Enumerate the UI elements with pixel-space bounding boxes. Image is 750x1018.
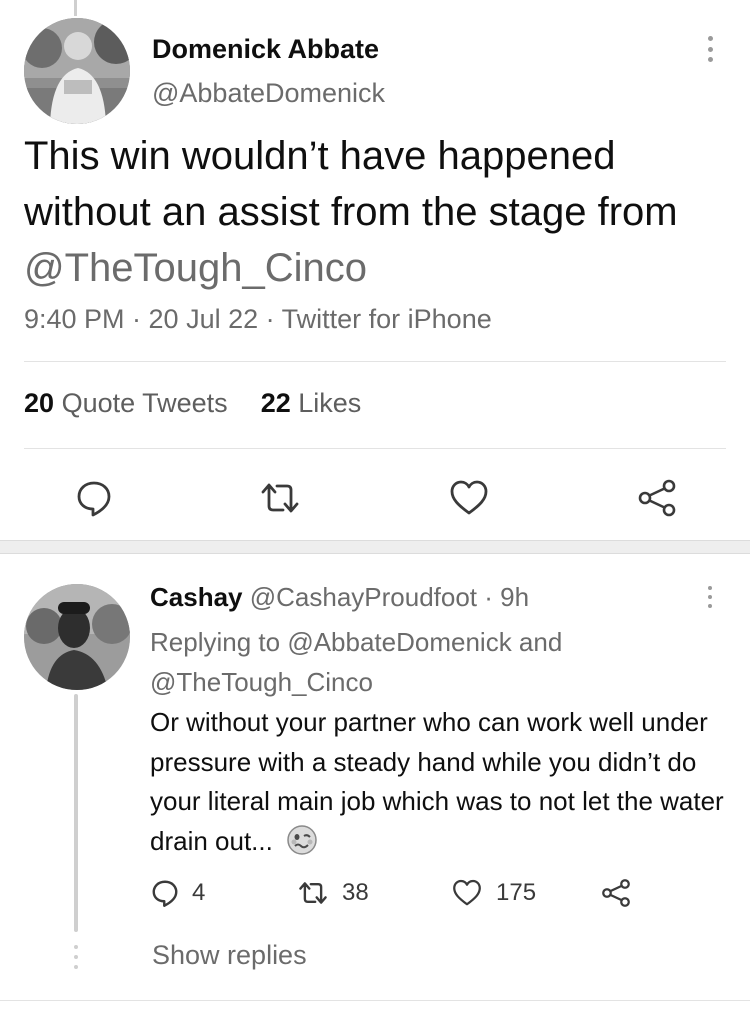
heart-icon xyxy=(450,480,488,515)
quote-tweets-link[interactable]: 20 Quote Tweets xyxy=(24,388,228,418)
section-separator xyxy=(0,540,750,554)
reply-author-avatar[interactable] xyxy=(24,584,130,690)
retweet-button[interactable] xyxy=(256,476,304,520)
retweet-count: 38 xyxy=(342,879,369,906)
reply-text-body: Or without your partner who can work wel… xyxy=(150,707,724,856)
reply-author-handle[interactable]: @CashayProudfoot xyxy=(250,582,477,612)
divider xyxy=(0,1000,750,1001)
replying-and: and xyxy=(511,627,563,657)
more-vertical-icon[interactable] xyxy=(700,36,720,62)
reply-time[interactable]: · 9h xyxy=(477,582,529,612)
likes-link[interactable]: 22 Likes xyxy=(261,388,362,418)
quote-tweets-label: Quote Tweets xyxy=(61,388,228,418)
author-avatar[interactable] xyxy=(24,18,130,124)
show-replies-link[interactable]: Show replies xyxy=(152,940,307,971)
speech-bubble-icon xyxy=(152,880,178,907)
more-vertical-icon[interactable] xyxy=(700,586,720,608)
thread-connector-top xyxy=(74,0,77,16)
tweet-text-line: This win wouldn’t have happened xyxy=(24,134,616,178)
heart-icon xyxy=(453,879,481,906)
replying-prefix: Replying to xyxy=(150,627,288,657)
speech-bubble-icon xyxy=(77,481,111,517)
tweet-timestamp[interactable]: 9:40 PM · 20 Jul 22 · Twitter for iPhone xyxy=(24,304,492,335)
replying-to-link[interactable]: @AbbateDomenick xyxy=(287,627,511,657)
like-count: 175 xyxy=(496,879,537,906)
engagement-stats: 20 Quote Tweets 22 Likes xyxy=(24,388,361,419)
retweet-icon xyxy=(261,483,299,513)
replying-to: Replying to @AbbateDomenick and @TheToug… xyxy=(150,622,650,702)
likes-label: Likes xyxy=(298,388,362,418)
reply-count: 4 xyxy=(192,879,206,906)
reply-share-button[interactable] xyxy=(600,878,632,908)
reply-text: Or without your partner who can work wel… xyxy=(150,703,730,861)
divider xyxy=(24,448,726,449)
reply-like-button[interactable]: 175 xyxy=(450,878,536,908)
divider xyxy=(24,361,726,362)
share-icon xyxy=(638,479,676,517)
tweet-text: This win wouldn’t have happened without … xyxy=(24,128,734,296)
like-button[interactable] xyxy=(446,476,492,520)
reply-author-name[interactable]: Cashay xyxy=(150,582,243,612)
share-icon xyxy=(602,879,630,907)
retweet-icon xyxy=(299,882,327,904)
reply-header: Cashay @CashayProudfoot · 9h xyxy=(150,582,529,613)
mention-link[interactable]: @TheTough_Cinco xyxy=(24,240,734,296)
reply-button[interactable] xyxy=(72,476,116,520)
woozy-face-emoji xyxy=(287,824,317,855)
share-button[interactable] xyxy=(634,476,680,520)
thread-continuation-dots xyxy=(72,945,80,969)
thread-line xyxy=(74,694,78,932)
replying-to-link[interactable]: @TheTough_Cinco xyxy=(150,667,373,697)
reply-reply-button[interactable]: 4 xyxy=(150,878,205,908)
author-handle[interactable]: @AbbateDomenick xyxy=(152,78,385,109)
quote-tweets-count: 20 xyxy=(24,388,55,418)
reply-retweet-button[interactable]: 38 xyxy=(296,878,369,908)
author-name[interactable]: Domenick Abbate xyxy=(152,34,379,65)
likes-count: 22 xyxy=(260,388,291,418)
tweet-text-line: without an assist from the stage from xyxy=(24,190,678,234)
